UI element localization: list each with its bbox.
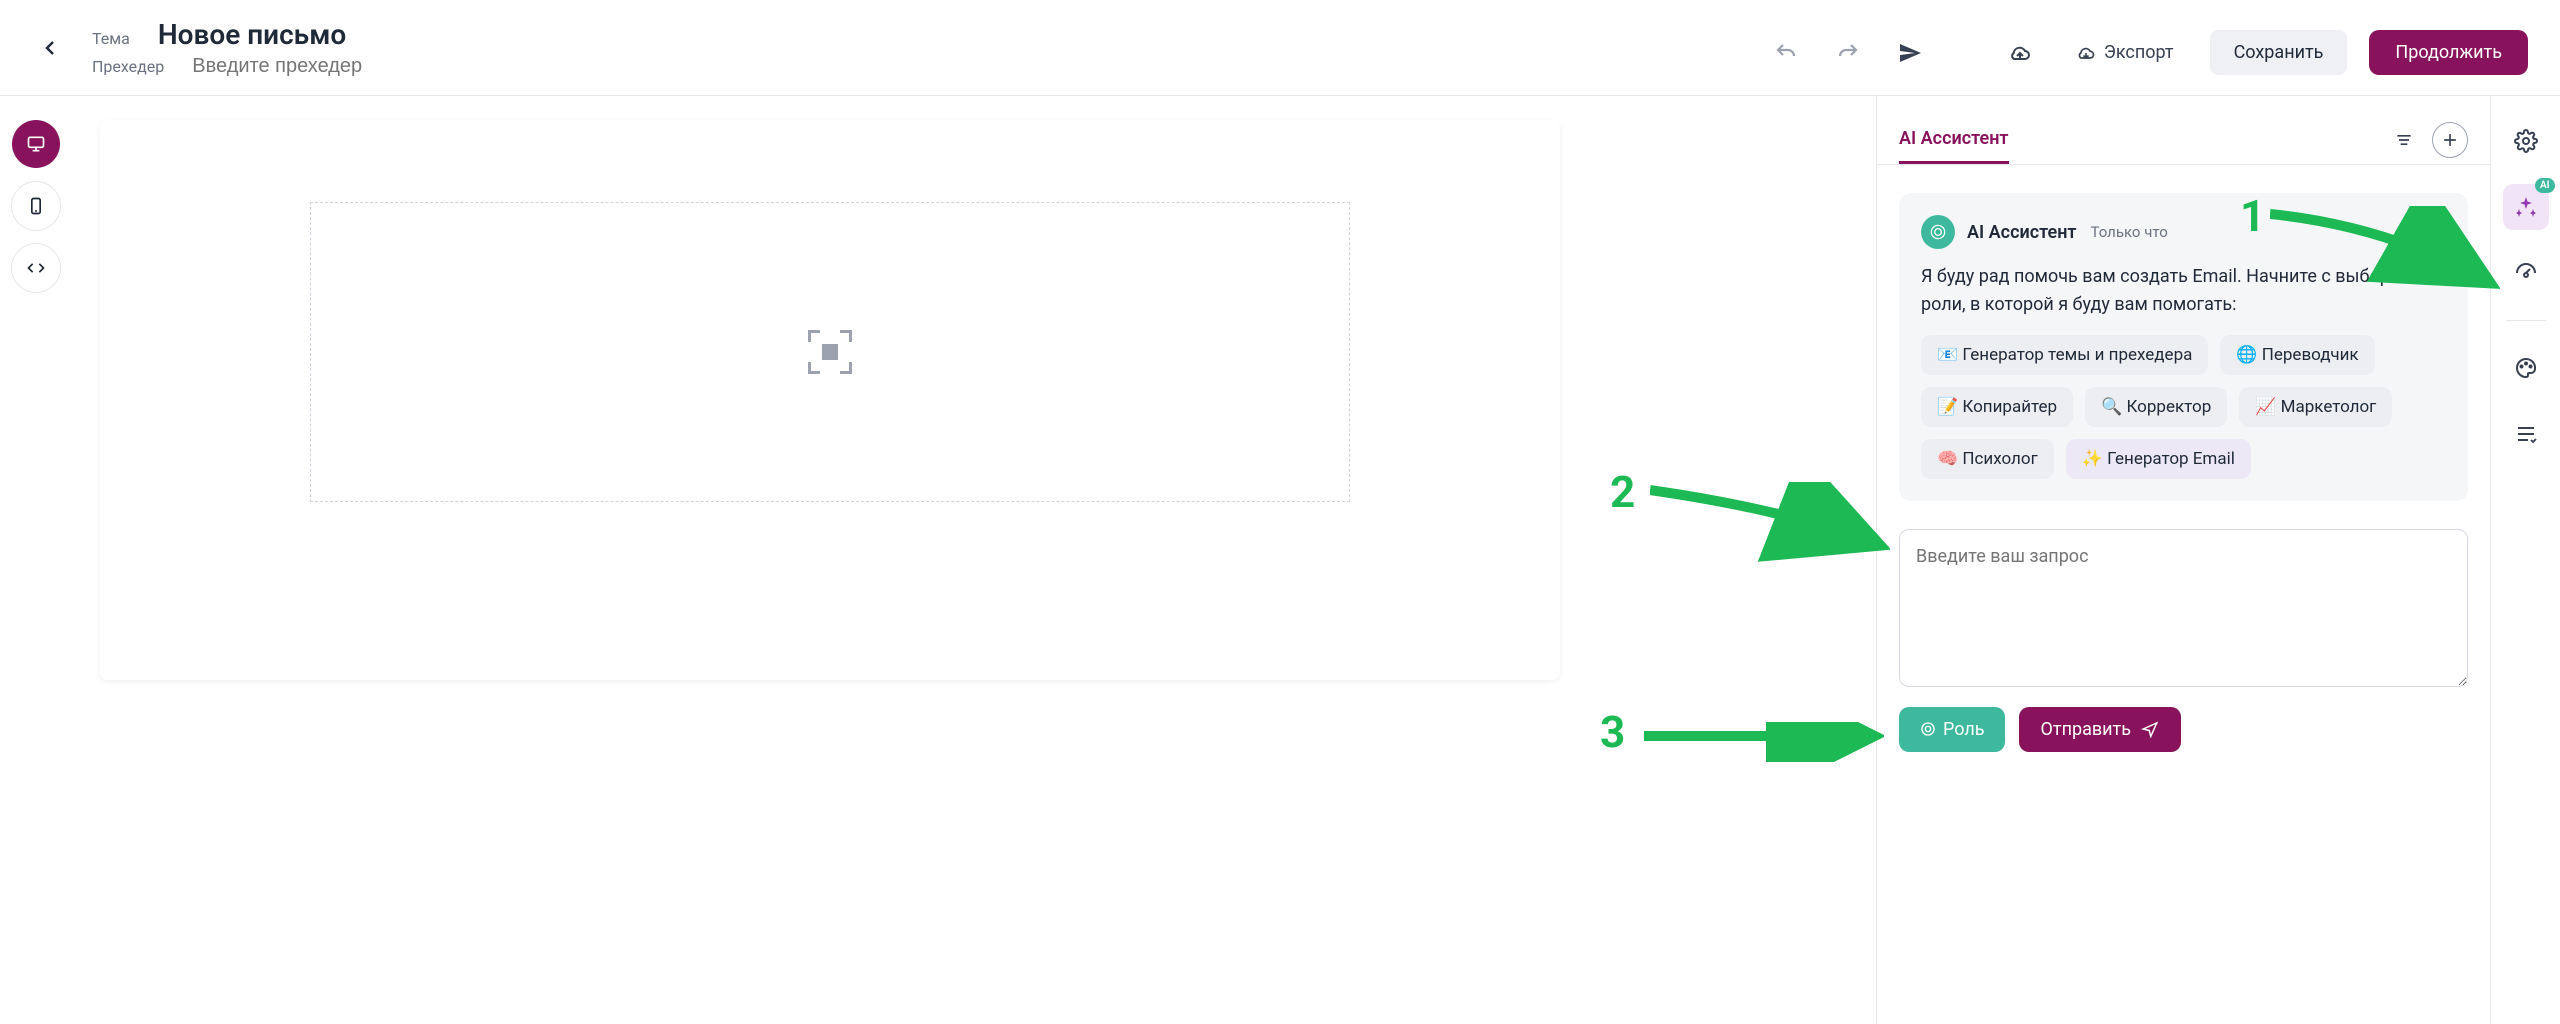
send-button[interactable]: Отправить xyxy=(2019,707,2181,752)
speed-button[interactable] xyxy=(2503,250,2549,296)
cloud-upload-button[interactable] xyxy=(2000,33,2040,73)
ai-badge: AI xyxy=(2535,178,2555,193)
assistant-name: AI Ассистент xyxy=(1967,222,2077,243)
save-button[interactable]: Сохранить xyxy=(2210,30,2348,75)
drop-zone[interactable] xyxy=(310,202,1350,502)
back-button[interactable] xyxy=(32,30,68,66)
settings-button[interactable] xyxy=(2503,118,2549,164)
assistant-message: AI Ассистент Только что Я буду рад помоч… xyxy=(1899,193,2468,501)
ai-assistant-panel: AI Ассистент AI Ассистент Только что Я б… xyxy=(1876,96,2490,1024)
export-label: Экспорт xyxy=(2104,42,2174,63)
role-chip-proofreader[interactable]: 🔍 Корректор xyxy=(2085,387,2227,427)
tab-ai-assistant[interactable]: AI Ассистент xyxy=(1899,116,2009,164)
role-chip-list: 📧 Генератор темы и прехедера 🌐 Переводчи… xyxy=(1921,335,2446,479)
subject-label: Тема xyxy=(92,29,130,48)
continue-button[interactable]: Продолжить xyxy=(2369,30,2528,75)
collapse-icon[interactable] xyxy=(2386,122,2422,158)
subject-value[interactable]: Новое письмо xyxy=(158,18,346,51)
role-chip-subject-generator[interactable]: 📧 Генератор темы и прехедера xyxy=(1921,335,2208,375)
placeholder-icon xyxy=(808,330,852,374)
undo-button[interactable] xyxy=(1766,33,1806,73)
assistant-avatar-icon xyxy=(1921,215,1955,249)
view-desktop-button[interactable] xyxy=(12,120,60,168)
view-mobile-button[interactable] xyxy=(12,182,60,230)
send-test-button[interactable] xyxy=(1890,33,1930,73)
add-button[interactable] xyxy=(2432,122,2468,158)
editor-canvas[interactable] xyxy=(72,96,1876,1024)
prompt-input[interactable] xyxy=(1899,529,2468,687)
send-button-label: Отправить xyxy=(2041,719,2131,740)
redo-button[interactable] xyxy=(1828,33,1868,73)
role-chip-marketer[interactable]: 📈 Маркетолог xyxy=(2239,387,2392,427)
notes-button[interactable] xyxy=(2503,411,2549,457)
subject-block: Тема Новое письмо Прехедер xyxy=(92,18,592,78)
role-chip-email-generator[interactable]: ✨ Генератор Email xyxy=(2066,439,2251,479)
preheader-input[interactable] xyxy=(192,55,592,78)
tool-rail: AI xyxy=(2490,96,2560,1024)
role-chip-translator[interactable]: 🌐 Переводчик xyxy=(2220,335,2374,375)
view-code-button[interactable] xyxy=(12,244,60,292)
export-button[interactable]: Экспорт xyxy=(2062,32,2188,73)
role-button-label: Роль xyxy=(1943,719,1985,740)
canvas-paper xyxy=(100,120,1560,680)
message-time: Только что xyxy=(2091,223,2168,241)
role-button[interactable]: Роль xyxy=(1899,707,2005,752)
role-chip-psychologist[interactable]: 🧠 Психолог xyxy=(1921,439,2054,479)
preheader-label: Прехедер xyxy=(92,57,164,76)
role-chip-copywriter[interactable]: 📝 Копирайтер xyxy=(1921,387,2073,427)
palette-button[interactable] xyxy=(2503,345,2549,391)
message-text: Я буду рад помочь вам создать Email. Нач… xyxy=(1921,263,2446,319)
ai-sparkle-button[interactable]: AI xyxy=(2503,184,2549,230)
